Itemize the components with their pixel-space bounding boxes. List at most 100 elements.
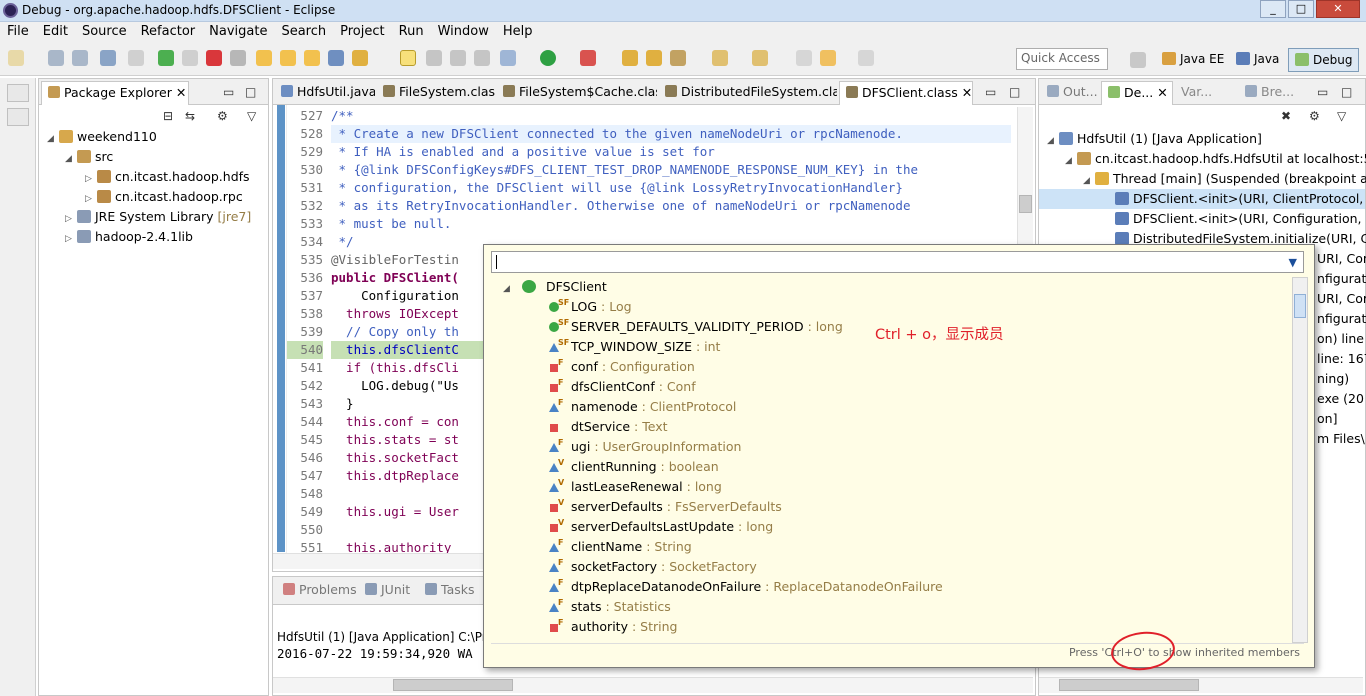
skip-breakpoints-icon[interactable] [128, 50, 144, 66]
debug-target-item[interactable]: ◢ cn.itcast.hadoop.hdfs.HdfsUtil at local… [1039, 149, 1366, 169]
minimize-view-icon[interactable]: ▭ [223, 85, 234, 99]
debug-icon[interactable] [500, 50, 516, 66]
chevron-down-icon[interactable]: ▽ [247, 109, 256, 123]
tree-item-jre[interactable]: ▷ JRE System Library [jre7] [39, 207, 268, 227]
outline-class-item[interactable]: ◢ DFSClient [491, 277, 1304, 297]
step-over-icon[interactable] [280, 50, 296, 66]
tab-tasks[interactable]: Tasks [419, 579, 481, 603]
tree-item-project[interactable]: ◢ weekend110 [39, 127, 268, 147]
open-perspective-icon[interactable] [1130, 52, 1146, 68]
suspend-icon[interactable] [182, 50, 198, 66]
menu-navigate[interactable]: Navigate [202, 22, 274, 42]
toggle-mark-occurrences-icon[interactable] [400, 50, 416, 66]
perspective-java-ee[interactable]: Java EE [1156, 48, 1230, 72]
minimize-button[interactable]: _ [1260, 0, 1286, 18]
view-menu-icon[interactable]: ⚙ [1309, 109, 1320, 123]
new-java-package-icon[interactable] [622, 50, 638, 66]
back-icon[interactable] [820, 50, 836, 66]
menu-edit[interactable]: Edit [36, 22, 75, 42]
open-type-icon[interactable] [646, 50, 662, 66]
code-line[interactable]: * must be null. [331, 215, 1011, 233]
code-line[interactable]: * as its RetryInvocationHandler. Otherwi… [331, 197, 1011, 215]
outline-member-item[interactable]: Fauthority : String [491, 617, 1304, 637]
restore-icon[interactable] [7, 84, 29, 102]
menu-run[interactable]: Run [392, 22, 431, 42]
perspective-debug[interactable]: Debug [1288, 48, 1360, 72]
tab-variables[interactable]: Var... [1175, 81, 1237, 105]
resume-icon[interactable] [158, 50, 174, 66]
debug-thread-item[interactable]: ◢ Thread [main] (Suspended (breakpoint at [1039, 169, 1366, 189]
quick-access-input[interactable]: Quick Access [1016, 48, 1108, 70]
tab-filesystem-class[interactable]: FileSystem.class [377, 81, 495, 105]
menu-source[interactable]: Source [75, 22, 134, 42]
print-icon[interactable] [100, 50, 116, 66]
maximize-button[interactable]: □ [1288, 0, 1314, 18]
search-icon[interactable] [670, 50, 686, 66]
menu-window[interactable]: Window [431, 22, 496, 42]
outline-member-item[interactable]: dtService : Text [491, 417, 1304, 437]
tab-package-explorer[interactable]: Package Explorer ✕ [41, 81, 189, 105]
maximize-view-icon[interactable]: □ [1009, 85, 1020, 99]
debug-horizontal-scrollbar[interactable] [1039, 677, 1363, 693]
previous-annotation-icon[interactable] [752, 50, 768, 66]
link-with-editor-icon[interactable]: ⇆ [185, 109, 195, 123]
tab-breakpoints[interactable]: Bre... [1239, 81, 1301, 105]
forward-icon[interactable] [858, 50, 874, 66]
outline-filter-input[interactable]: ▼ [491, 251, 1304, 273]
tree-item-hadoop-lib[interactable]: ▷ hadoop-2.4.1lib [39, 227, 268, 247]
tree-item-package-rpc[interactable]: ▷ cn.itcast.hadoop.rpc [39, 187, 268, 207]
tab-debug[interactable]: De... ✕ [1101, 81, 1173, 105]
outline-member-item[interactable]: VserverDefaults : FsServerDefaults [491, 497, 1304, 517]
outline-member-item[interactable]: FdfsClientConf : Conf [491, 377, 1304, 397]
menu-project[interactable]: Project [333, 22, 391, 42]
chevron-down-icon[interactable]: ▼ [1289, 256, 1297, 269]
use-step-filters-icon[interactable] [352, 50, 368, 66]
tree-item-src[interactable]: ◢ src [39, 147, 268, 167]
tab-dfsclient-class[interactable]: DFSClient.class ✕ [839, 81, 973, 105]
chevron-down-icon[interactable]: ▽ [1337, 109, 1346, 123]
minimized-view-icon[interactable] [7, 108, 29, 126]
menu-file[interactable]: File [0, 22, 36, 42]
minimize-view-icon[interactable]: ▭ [1317, 85, 1328, 99]
step-return-icon[interactable] [304, 50, 320, 66]
step-into-icon[interactable] [256, 50, 272, 66]
minimize-view-icon[interactable]: ▭ [985, 85, 996, 99]
code-line[interactable]: * {@link DFSConfigKeys#DFS_CLIENT_TEST_D… [331, 161, 1011, 179]
outline-member-item[interactable]: Fugi : UserGroupInformation [491, 437, 1304, 457]
disconnect-icon[interactable] [230, 50, 246, 66]
code-line[interactable]: * If HA is enabled and a positive value … [331, 143, 1011, 161]
outline-member-item[interactable]: Fnamenode : ClientProtocol [491, 397, 1304, 417]
console-horizontal-scrollbar[interactable] [273, 677, 1033, 693]
view-menu-icon[interactable]: ⚙ [217, 109, 228, 123]
outline-member-item[interactable]: FdtpReplaceDatanodeOnFailure : ReplaceDa… [491, 577, 1304, 597]
menu-refactor[interactable]: Refactor [134, 22, 203, 42]
drop-to-frame-icon[interactable] [328, 50, 344, 66]
outline-member-item[interactable]: Fconf : Configuration [491, 357, 1304, 377]
remove-terminated-icon[interactable]: ✖ [1281, 109, 1291, 123]
outline-member-item[interactable]: SF LOG : Log [491, 297, 1304, 317]
debug-launch-item[interactable]: ◢ HdfsUtil (1) [Java Application] [1039, 129, 1365, 149]
tree-item-package-hdfs[interactable]: ▷ cn.itcast.hadoop.hdfs [39, 167, 268, 187]
save-all-icon[interactable] [72, 50, 88, 66]
outline-member-item[interactable]: VclientRunning : boolean [491, 457, 1304, 477]
tab-distributedfilesystem-class[interactable]: DistributedFileSystem.cla... [659, 81, 837, 105]
tab-problems[interactable]: Problems [277, 579, 363, 603]
last-edit-location-icon[interactable] [796, 50, 812, 66]
toggle-block-selection-icon[interactable] [426, 50, 442, 66]
paragraph-icon[interactable] [474, 50, 490, 66]
save-icon[interactable] [48, 50, 64, 66]
outline-member-item[interactable]: FsocketFactory : SocketFactory [491, 557, 1304, 577]
code-line[interactable]: /** [331, 107, 1011, 125]
code-line[interactable]: * Create a new DFSClient connected to th… [331, 125, 1011, 143]
outline-member-item[interactable]: VlastLeaseRenewal : long [491, 477, 1304, 497]
tab-outline[interactable]: Out... [1041, 81, 1101, 105]
tab-junit[interactable]: JUnit [359, 579, 416, 603]
new-icon[interactable] [8, 50, 24, 66]
stack-frame-item[interactable]: DFSClient.<init>(URI, Configuration, Fi [1039, 209, 1366, 229]
outline-member-item[interactable]: FclientName : String [491, 537, 1304, 557]
terminate-icon[interactable] [206, 50, 222, 66]
outline-member-item[interactable]: Fstats : Statistics [491, 597, 1304, 617]
collapse-all-icon[interactable]: ⊟ [163, 109, 173, 123]
menu-search[interactable]: Search [274, 22, 333, 42]
outline-member-item[interactable]: VserverDefaultsLastUpdate : long [491, 517, 1304, 537]
